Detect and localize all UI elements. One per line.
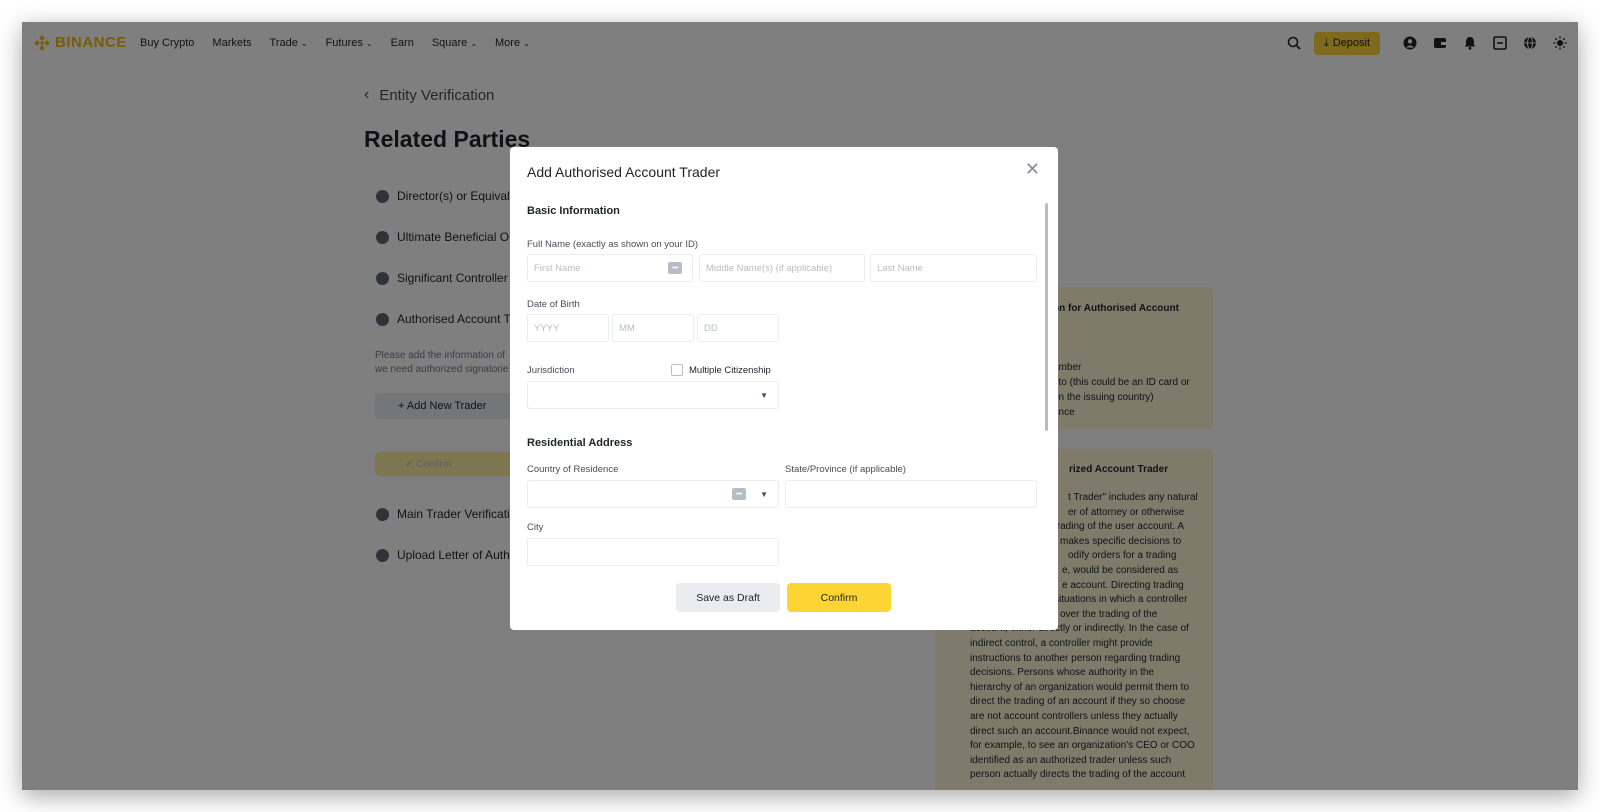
dob-year-placeholder: YYYY bbox=[534, 322, 560, 334]
caret-down-icon: ▼ bbox=[760, 391, 768, 400]
modal-scrollbar[interactable] bbox=[1045, 203, 1048, 431]
dob-day-input[interactable]: DD bbox=[697, 314, 779, 342]
multiple-citizenship-label: Multiple Citizenship bbox=[689, 365, 771, 376]
city-label: City bbox=[527, 522, 544, 533]
jurisdiction-label: Jurisdiction bbox=[527, 365, 575, 376]
confirm-button[interactable]: Confirm bbox=[787, 583, 891, 612]
country-label: Country of Residence bbox=[527, 464, 619, 475]
dob-month-placeholder: MM bbox=[619, 322, 635, 334]
dob-month-input[interactable]: MM bbox=[612, 314, 694, 342]
multiple-citizenship-checkbox[interactable] bbox=[671, 364, 683, 376]
first-name-placeholder: First Name bbox=[534, 262, 581, 274]
first-name-input[interactable]: First Name ••• bbox=[527, 254, 693, 282]
password-manager-icon[interactable]: ••• bbox=[668, 262, 682, 274]
caret-down-icon: ▼ bbox=[760, 490, 768, 499]
last-name-input[interactable]: Last Name bbox=[870, 254, 1037, 282]
password-manager-icon[interactable]: ••• bbox=[732, 488, 746, 500]
state-label: State/Province (if applicable) bbox=[785, 464, 906, 475]
basic-info-heading: Basic Information bbox=[527, 205, 620, 217]
full-name-label: Full Name (exactly as shown on your ID) bbox=[527, 239, 699, 250]
dob-day-placeholder: DD bbox=[704, 322, 718, 334]
middle-name-placeholder: Middle Name(s) (if applicable) bbox=[706, 262, 833, 274]
jurisdiction-select[interactable]: ▼ bbox=[527, 381, 779, 409]
middle-name-input[interactable]: Middle Name(s) (if applicable) bbox=[699, 254, 865, 282]
state-input[interactable] bbox=[785, 480, 1037, 508]
dob-label: Date of Birth bbox=[527, 299, 580, 310]
close-icon[interactable]: ✕ bbox=[1025, 159, 1040, 180]
last-name-placeholder: Last Name bbox=[877, 262, 923, 274]
add-trader-modal: Add Authorised Account Trader ✕ Basic In… bbox=[510, 147, 1058, 630]
modal-title: Add Authorised Account Trader bbox=[527, 164, 721, 180]
city-input[interactable] bbox=[527, 538, 779, 566]
browser-window: BINANCE Buy Crypto Markets Trade⌄ Future… bbox=[22, 22, 1578, 790]
country-select[interactable]: ••• ▼ bbox=[527, 480, 779, 508]
dob-year-input[interactable]: YYYY bbox=[527, 314, 609, 342]
residential-address-heading: Residential Address bbox=[527, 437, 633, 449]
save-as-draft-button[interactable]: Save as Draft bbox=[676, 583, 780, 612]
